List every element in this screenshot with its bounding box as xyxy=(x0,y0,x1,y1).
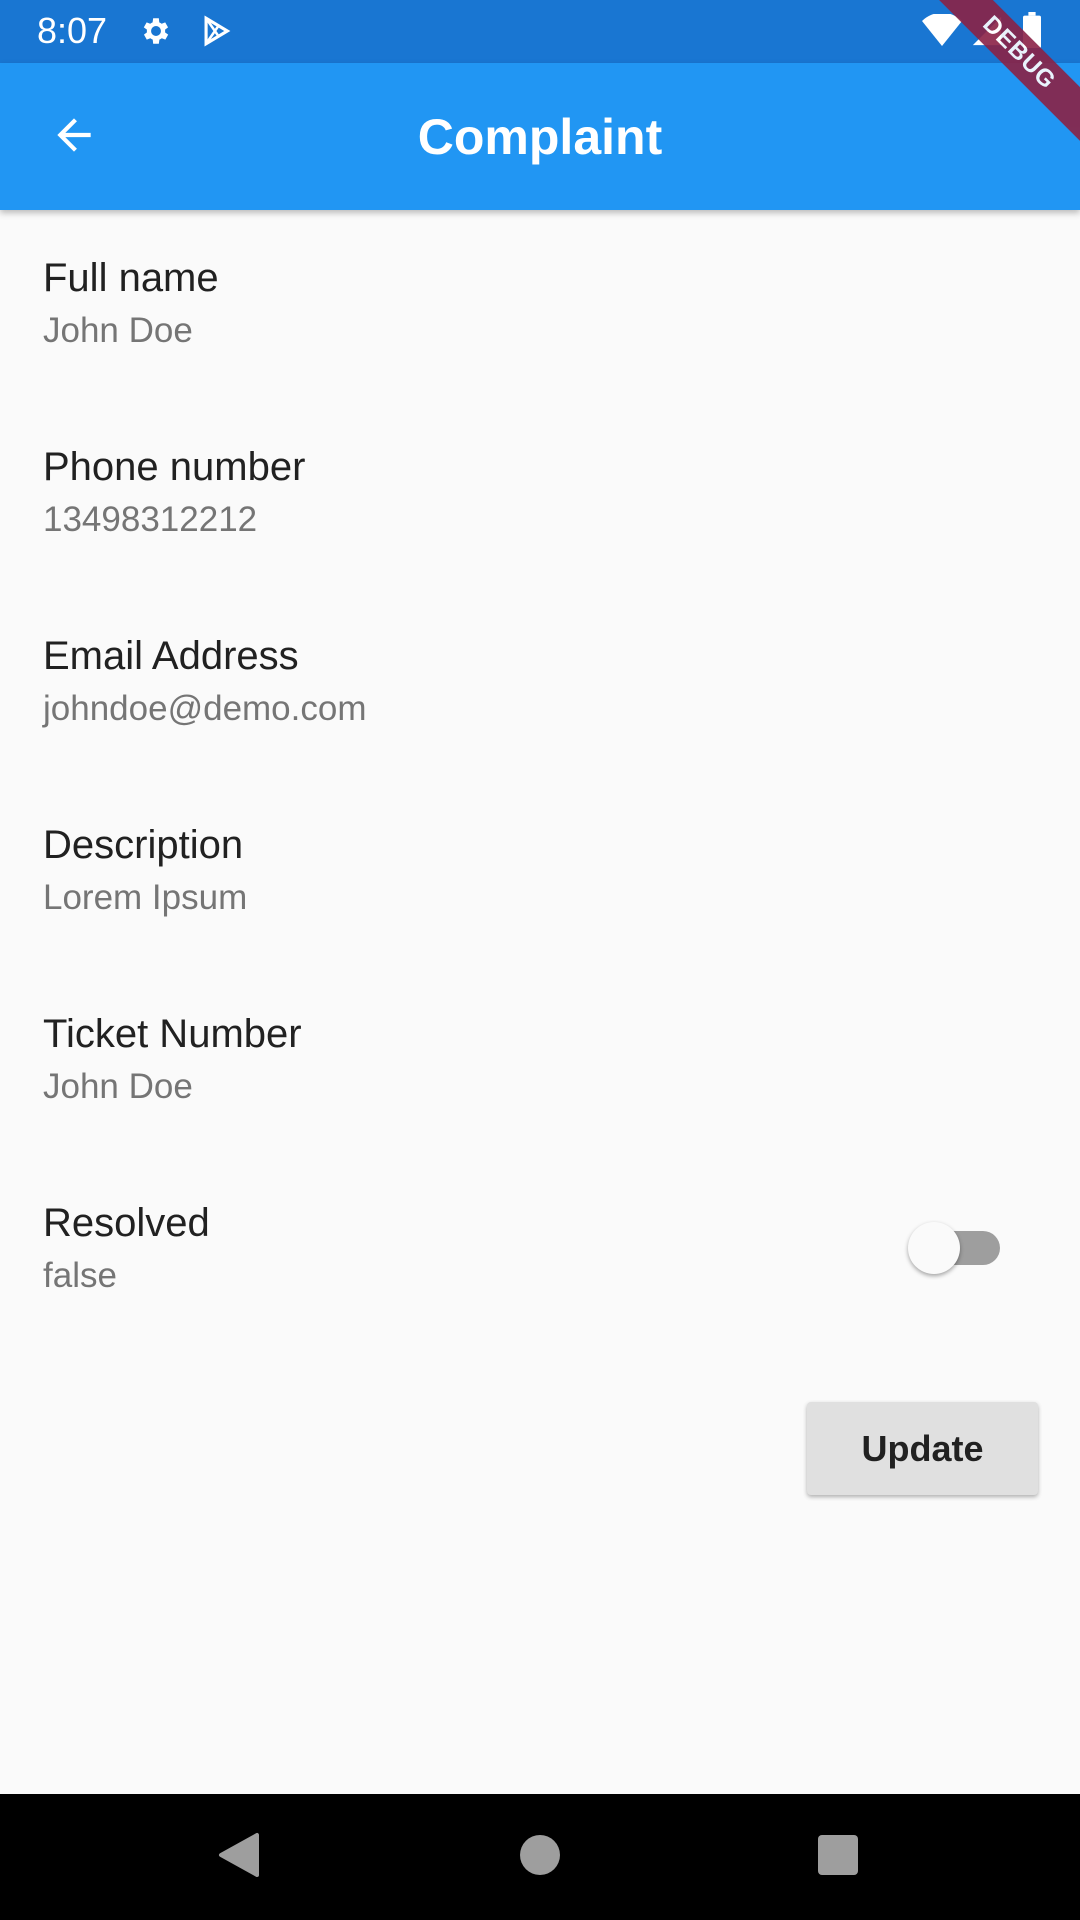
field-value: false xyxy=(43,1256,117,1295)
field-label: Description xyxy=(43,823,244,867)
field-value: John Doe xyxy=(43,311,193,350)
list-item-full-name: Full name John Doe xyxy=(0,210,1080,399)
field-value: John Doe xyxy=(43,1067,193,1106)
recents-square-icon xyxy=(818,1834,858,1880)
resolved-switch[interactable] xyxy=(905,1220,1005,1276)
update-button[interactable]: Update xyxy=(807,1402,1038,1495)
nav-home-button[interactable] xyxy=(506,1823,574,1891)
status-time: 8:07 xyxy=(37,10,108,51)
field-label: Phone number xyxy=(43,445,306,489)
switch-thumb xyxy=(908,1222,960,1274)
nav-back-button[interactable] xyxy=(205,1823,273,1891)
gear-icon xyxy=(139,14,173,48)
field-value: johndoe@demo.com xyxy=(43,689,367,728)
back-triangle-icon xyxy=(217,1831,261,1884)
status-bar: 8:07 xyxy=(0,0,1080,63)
play-store-icon xyxy=(199,14,233,48)
app-bar: Complaint xyxy=(0,63,1080,210)
wifi-icon xyxy=(922,12,962,48)
field-label: Ticket Number xyxy=(43,1012,302,1056)
complaint-details-list: Full name John Doe Phone number 13498312… xyxy=(0,210,1080,1344)
list-item-email-address: Email Address johndoe@demo.com xyxy=(0,588,1080,777)
field-label: Email Address xyxy=(43,634,299,678)
list-item-ticket-number: Ticket Number John Doe xyxy=(0,966,1080,1155)
list-item-phone-number: Phone number 13498312212 xyxy=(0,399,1080,588)
field-label: Full name xyxy=(43,256,219,300)
system-nav-bar xyxy=(0,1794,1080,1920)
page-title: Complaint xyxy=(417,109,663,165)
field-value: Lorem Ipsum xyxy=(43,878,248,917)
nav-recents-button[interactable] xyxy=(804,1823,872,1891)
list-item-description: Description Lorem Ipsum xyxy=(0,777,1080,966)
field-label: Resolved xyxy=(43,1201,210,1245)
field-value: 13498312212 xyxy=(43,500,258,539)
home-circle-icon xyxy=(520,1834,560,1880)
complaint-screen: 8:07 Complaint DEBUG Full name John Doe … xyxy=(0,0,1080,1920)
